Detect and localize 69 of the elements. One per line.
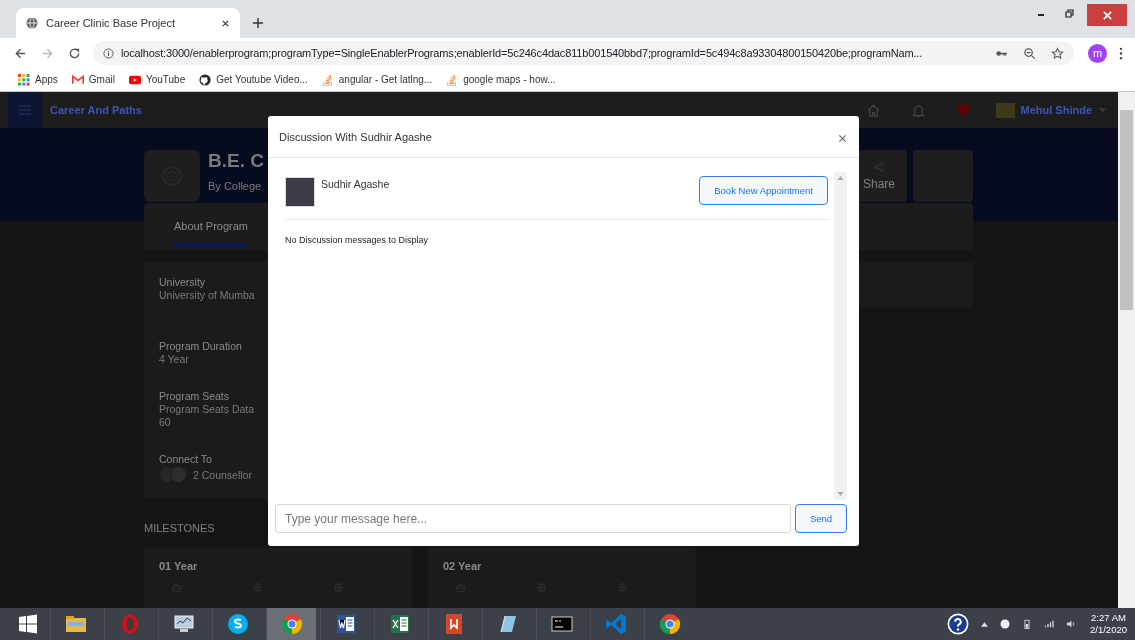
menu-icon <box>18 104 32 116</box>
play-icon <box>128 73 141 86</box>
speaker-icon[interactable] <box>1066 619 1076 629</box>
menu-icon[interactable] <box>1119 46 1123 60</box>
program-title: B.E. C <box>208 150 264 172</box>
reload-icon[interactable] <box>68 46 81 60</box>
bookmark-link[interactable]: Get Youtube Video... <box>199 73 308 86</box>
detail-label: Connect To <box>159 453 213 466</box>
code-editor-icon <box>603 612 628 636</box>
counsellor-count[interactable]: 2 Counsellor <box>193 469 252 481</box>
page-scrollbar[interactable] <box>1118 92 1135 608</box>
mail-icon <box>71 73 84 86</box>
action-tile[interactable] <box>913 150 973 202</box>
windows-logo-icon[interactable] <box>18 614 38 634</box>
address-bar[interactable]: localhost:3000/enablerprogram;programType=SingleEnablerPrograms;enablerId=5c246c4dac811b001540bbd7;programId=5c494c8a93304800150420be;programNam... <box>93 41 1074 65</box>
chrome-logo-icon <box>657 612 682 636</box>
help-icon[interactable] <box>947 613 969 635</box>
star-icon[interactable] <box>1051 46 1064 60</box>
bookmark-link[interactable]: angular - Get latlng... <box>321 73 433 86</box>
send-button[interactable]: Send <box>795 504 847 533</box>
clock-time[interactable]: 2:27 AM <box>1091 612 1126 624</box>
program-provider: By College <box>208 180 263 192</box>
cat-icon <box>199 73 212 86</box>
detail-label: University <box>159 276 207 289</box>
milestone-year: 01 Year <box>159 560 199 572</box>
tab-title: Career Clinic Base Project <box>46 17 176 29</box>
detail-value: 4 Year <box>159 353 190 366</box>
dialog-title: Discussion With Sudhir Agashe <box>279 130 432 143</box>
empty-message: No Discussion messages to Display <box>285 235 430 245</box>
book-appointment-button[interactable]: Book New Appointment <box>699 176 828 205</box>
section-heading: MILESTONES <box>144 522 215 534</box>
window-close-button[interactable] <box>1087 4 1127 26</box>
clock-date[interactable]: 2/1/2020 <box>1090 624 1127 636</box>
circle-icon[interactable] <box>1000 619 1010 629</box>
program-tab[interactable]: About Program <box>174 203 248 247</box>
battery-icon[interactable] <box>1022 619 1032 629</box>
zoom-icon[interactable] <box>1023 46 1036 60</box>
detail-value: 60 <box>159 416 172 429</box>
stack-icon <box>321 73 334 86</box>
info-icon <box>103 47 114 59</box>
restore-icon[interactable] <box>1063 8 1075 20</box>
circle-logo-icon <box>225 612 250 636</box>
bookmark-link[interactable]: Gmail <box>71 73 115 86</box>
caret-icon[interactable] <box>981 621 988 627</box>
close-icon <box>1101 9 1113 21</box>
browser-tab[interactable]: Career Clinic Base Project <box>16 8 240 38</box>
detail-value: Program Seats Data <box>159 403 256 416</box>
chrome-logo-icon <box>279 612 304 636</box>
close-icon[interactable] <box>221 18 230 28</box>
detail-value: University of Mumba <box>159 289 256 302</box>
close-icon[interactable] <box>838 134 847 143</box>
signal-icon[interactable] <box>1044 619 1054 629</box>
detail-label: Program Seats <box>159 390 231 403</box>
detail-label: Program Duration <box>159 340 243 353</box>
url-text: localhost:3000/enablerprogram;programType=SingleEnablerPrograms;enablerId=5c246c4dac811b001540bbd7;programId=5c494c8a93304800150420be;programNam... <box>121 47 923 59</box>
globe-icon <box>26 17 38 29</box>
counsellor-name: Sudhir Agashe <box>321 178 390 190</box>
new-tab-icon[interactable] <box>252 17 264 29</box>
apps-grid-icon <box>18 73 30 86</box>
message-input[interactable]: Type your message here... <box>275 504 791 533</box>
bookmark-link[interactable]: Apps <box>18 73 58 86</box>
milestone-year: 02 Year <box>443 560 483 572</box>
bookmark-link[interactable]: YouTube <box>128 73 186 86</box>
bookmark-link[interactable]: google maps - how... <box>446 73 556 86</box>
back-icon[interactable] <box>14 46 27 60</box>
share-icon <box>873 161 885 173</box>
profile-avatar[interactable]: m <box>1088 43 1107 63</box>
photo-placeholder <box>285 177 315 207</box>
stack-icon <box>446 73 459 86</box>
